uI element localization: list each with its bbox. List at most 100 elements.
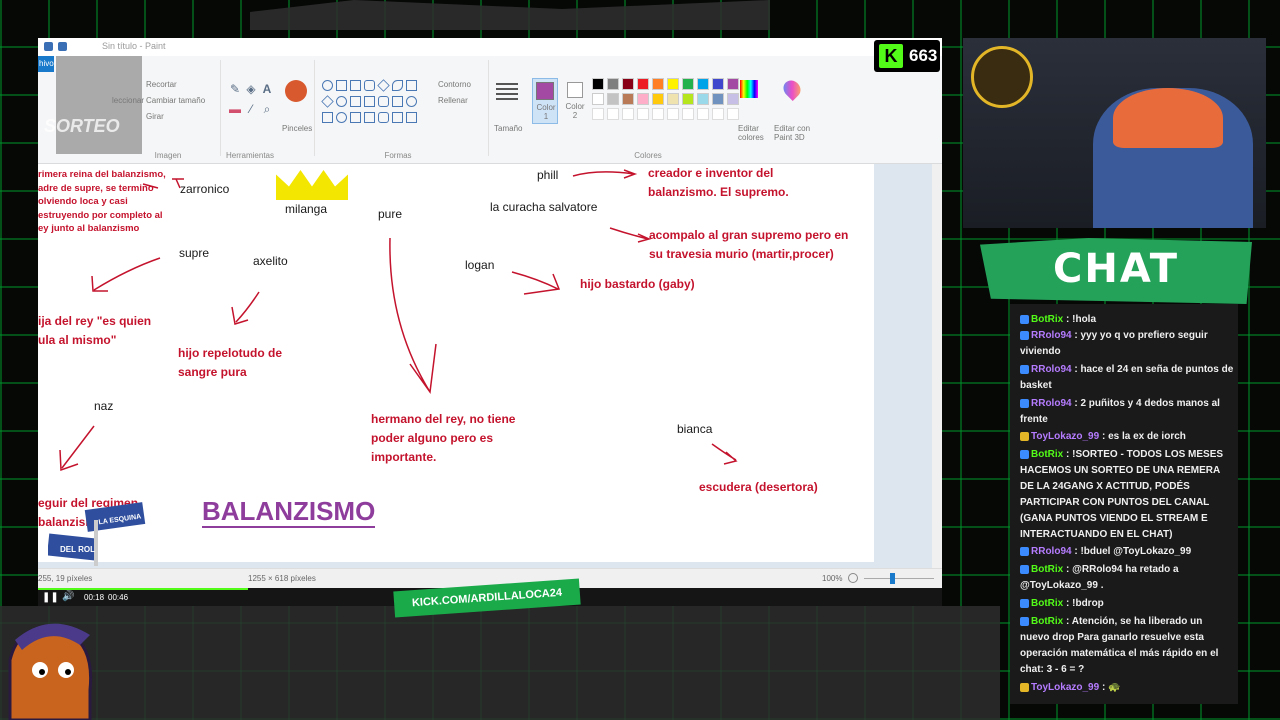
chat-username[interactable]: RRolo94 bbox=[1031, 546, 1072, 557]
color-swatch[interactable] bbox=[652, 93, 664, 105]
outline-dropdown[interactable]: Contorno bbox=[438, 80, 471, 89]
color-swatch[interactable] bbox=[592, 78, 604, 90]
webcam-feed bbox=[963, 38, 1266, 228]
empty-swatch[interactable] bbox=[697, 108, 709, 120]
chat-username[interactable]: ToyLokazo_99 bbox=[1031, 682, 1099, 693]
file-tab[interactable]: hivo bbox=[38, 56, 54, 72]
size-button[interactable]: Tamaño bbox=[494, 124, 522, 133]
color-swatch[interactable] bbox=[622, 93, 634, 105]
name-curacha: la curacha salvatore bbox=[490, 200, 598, 214]
color1-swatch bbox=[536, 82, 554, 100]
color-swatch[interactable] bbox=[652, 78, 664, 90]
zoom-out-icon[interactable] bbox=[848, 573, 858, 583]
name-milanga: milanga bbox=[285, 202, 328, 216]
color-swatch[interactable] bbox=[637, 93, 649, 105]
empty-swatch[interactable] bbox=[622, 108, 634, 120]
chat-username[interactable]: BotRix bbox=[1031, 449, 1063, 460]
name-supre: supre bbox=[179, 246, 210, 260]
chat-username[interactable]: BotRix bbox=[1031, 616, 1063, 627]
video-progress[interactable] bbox=[38, 588, 248, 590]
name-zarronico: zarronico bbox=[180, 182, 230, 196]
zoom-thumb[interactable] bbox=[890, 573, 895, 584]
resize-button[interactable]: Cambiar tamaño bbox=[146, 96, 205, 105]
note-supre: ija del rey "es quien ula al mismo" bbox=[38, 314, 152, 347]
chat-message: RRolo94 : 2 puñitos y 4 dedos manos al f… bbox=[1020, 396, 1234, 428]
rotate-button[interactable]: Girar bbox=[146, 112, 164, 121]
chat-panel: BotRix : !hola RRolo94 : yyy yo q vo pref… bbox=[1010, 304, 1238, 704]
color-swatch[interactable] bbox=[607, 93, 619, 105]
empty-swatch[interactable] bbox=[652, 108, 664, 120]
color-swatch[interactable] bbox=[607, 78, 619, 90]
color-swatch[interactable] bbox=[727, 78, 739, 90]
viewer-badge: K 663 bbox=[874, 40, 940, 72]
picker-icon[interactable]: ⁄ bbox=[244, 102, 258, 116]
size-lines-icon[interactable] bbox=[496, 80, 518, 100]
empty-swatch[interactable] bbox=[712, 108, 724, 120]
color-swatch[interactable] bbox=[712, 78, 724, 90]
chat-text: es la ex de iorch bbox=[1108, 431, 1186, 442]
edit-colors-icon[interactable] bbox=[740, 80, 758, 98]
pencil-icon[interactable]: ✎ bbox=[228, 82, 242, 96]
save-icon[interactable] bbox=[44, 42, 53, 51]
select-label[interactable]: leccionar bbox=[112, 96, 144, 105]
chat-separator: : bbox=[1063, 449, 1073, 460]
undo-icon[interactable] bbox=[58, 42, 67, 51]
chat-username[interactable]: RRolo94 bbox=[1031, 364, 1072, 375]
brushes-button[interactable]: Pinceles bbox=[282, 124, 312, 133]
empty-swatch[interactable] bbox=[727, 108, 739, 120]
empty-swatch[interactable] bbox=[637, 108, 649, 120]
empty-swatch[interactable] bbox=[592, 108, 604, 120]
user-badge-icon bbox=[1020, 314, 1029, 324]
color1-button[interactable]: Color 1 bbox=[532, 78, 558, 124]
paint3d-button[interactable]: Editar con Paint 3D bbox=[774, 124, 814, 142]
chat-username[interactable]: ToyLokazo_99 bbox=[1031, 431, 1099, 442]
chat-message: BotRix : !bdrop bbox=[1020, 596, 1234, 612]
user-badge-icon bbox=[1020, 398, 1029, 408]
zoom-slider[interactable] bbox=[864, 578, 934, 579]
chat-username[interactable]: RRolo94 bbox=[1031, 398, 1072, 409]
color-swatch[interactable] bbox=[667, 78, 679, 90]
chat-username[interactable]: BotRix bbox=[1031, 314, 1063, 325]
color-swatch[interactable] bbox=[727, 93, 739, 105]
edit-colors-button[interactable]: Editar colores bbox=[738, 124, 768, 142]
paint3d-icon[interactable] bbox=[779, 76, 805, 102]
chat-message: RRolo94 : !bduel @ToyLokazo_99 bbox=[1020, 544, 1234, 560]
color-swatch[interactable] bbox=[697, 93, 709, 105]
magnifier-icon[interactable]: ⌕ bbox=[260, 102, 274, 116]
chat-username[interactable]: BotRix bbox=[1031, 598, 1063, 609]
chat-username[interactable]: RRolo94 bbox=[1031, 330, 1072, 341]
sorteo-overlay: SORTEO bbox=[44, 116, 120, 136]
chat-username[interactable]: BotRix bbox=[1031, 564, 1063, 575]
note-bianca: escudera (desertora) bbox=[699, 480, 818, 494]
empty-swatch[interactable] bbox=[667, 108, 679, 120]
color-swatch[interactable] bbox=[667, 93, 679, 105]
color2-button[interactable]: Color 2 bbox=[562, 78, 588, 124]
color-swatch[interactable] bbox=[697, 78, 709, 90]
chat-message: RRolo94 : yyy yo q vo prefiero seguir vi… bbox=[1020, 328, 1234, 360]
chat-separator: : bbox=[1063, 564, 1073, 575]
color-swatch[interactable] bbox=[622, 78, 634, 90]
color2-swatch bbox=[567, 82, 583, 98]
brush-icon[interactable] bbox=[285, 80, 307, 102]
color-swatch[interactable] bbox=[592, 93, 604, 105]
user-badge-icon bbox=[1020, 682, 1029, 692]
fill-icon[interactable]: ◈ bbox=[244, 82, 258, 96]
user-badge-icon bbox=[1020, 431, 1029, 441]
empty-swatch[interactable] bbox=[682, 108, 694, 120]
eraser-icon[interactable]: ▬ bbox=[228, 102, 242, 116]
chat-separator: : bbox=[1063, 598, 1073, 609]
color-swatch[interactable] bbox=[682, 78, 694, 90]
color-swatch[interactable] bbox=[712, 93, 724, 105]
crop-button[interactable]: Recortar bbox=[146, 80, 177, 89]
text-icon[interactable]: A bbox=[260, 82, 274, 96]
drawing-canvas[interactable]: zarronico milanga pure phill la curacha … bbox=[38, 164, 874, 562]
chat-message: ToyLokazo_99 : 🐢 bbox=[1020, 680, 1234, 696]
color-swatch[interactable] bbox=[637, 78, 649, 90]
empty-swatch[interactable] bbox=[607, 108, 619, 120]
fill-dropdown[interactable]: Rellenar bbox=[438, 96, 468, 105]
vertical-scrollbar[interactable] bbox=[932, 164, 942, 568]
chat-message: BotRix : @RRolo94 ha retado a @ToyLokazo… bbox=[1020, 562, 1234, 594]
separator bbox=[488, 60, 489, 156]
color-swatch[interactable] bbox=[682, 93, 694, 105]
separator bbox=[314, 60, 315, 156]
